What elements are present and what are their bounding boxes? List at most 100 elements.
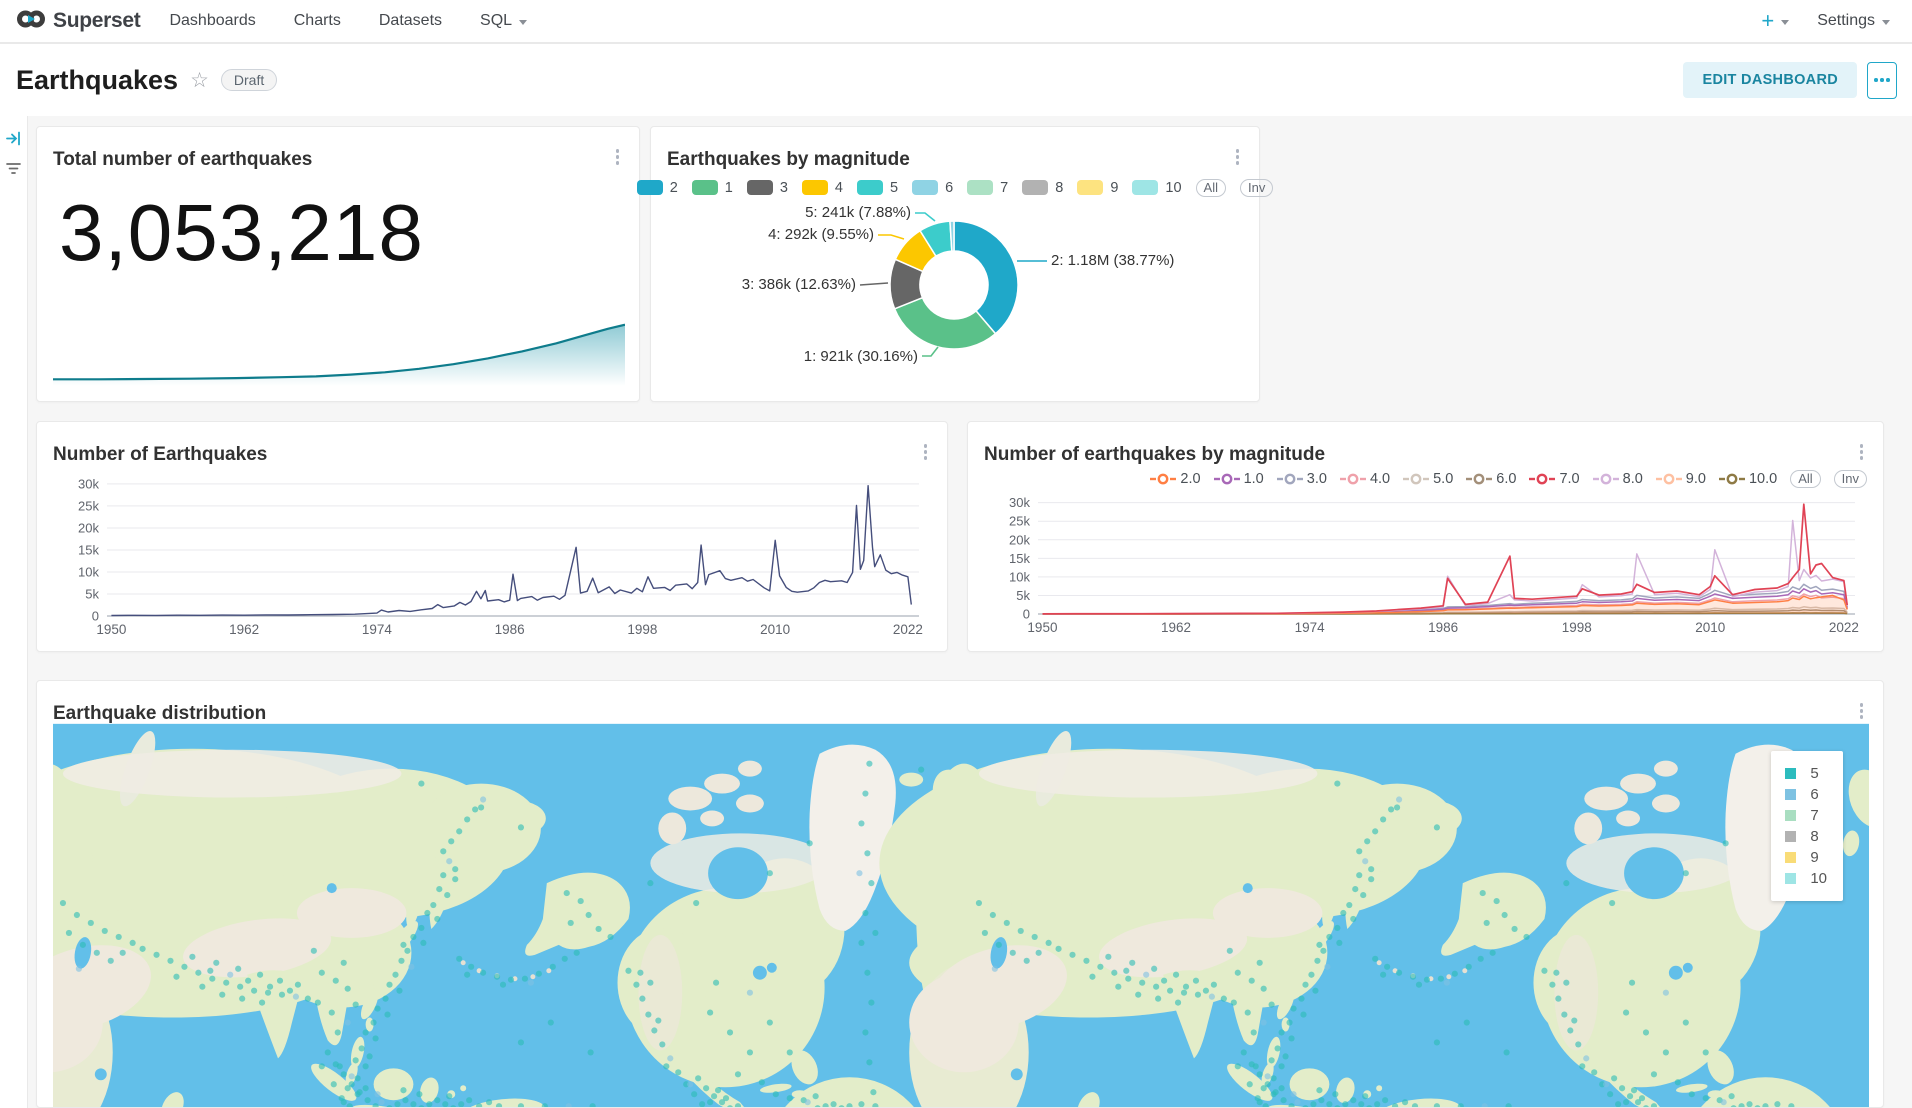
edit-dashboard-button[interactable]: EDIT DASHBOARD [1683,62,1857,98]
legend-invert-button[interactable]: Inv [1240,179,1273,197]
chart-card-number-of-earthquakes: Number of Earthquakes 30k25k20k15k10k5k0… [36,421,948,652]
svg-text:2010: 2010 [1695,620,1725,635]
map-legend-item-7: 7 [1785,805,1827,826]
magnitude-line-legend: 2.0 1.0 3.0 4.0 5.0 6.0 7.0 8.0 9.0 10.0 All Inv [984,470,1867,488]
svg-text:1950: 1950 [1027,620,1057,635]
legend-item-magnitude-2.0[interactable]: 2.0 [1150,471,1200,487]
legend-item-magnitude-5.0[interactable]: 5.0 [1403,471,1453,487]
legend-item-magnitude-6[interactable]: 6 [912,180,953,196]
svg-text:20k: 20k [1009,532,1030,547]
nav-item-datasets[interactable]: Datasets [360,0,461,42]
svg-text:25k: 25k [1009,513,1030,528]
chart-menu-kebab-icon[interactable] [1856,436,1868,468]
legend-item-magnitude-8[interactable]: 8 [1022,180,1063,196]
svg-text:5k: 5k [85,586,99,601]
legend-item-magnitude-3[interactable]: 3 [747,180,788,196]
svg-text:1998: 1998 [627,622,657,637]
map-legend-item-9: 9 [1785,847,1827,868]
dashboard-header: Earthquakes ☆ Draft EDIT DASHBOARD [0,44,1912,116]
top-navbar: Superset Dashboards Charts Datasets SQL … [0,0,1912,44]
svg-text:2: 1.18M (38.77%): 2: 1.18M (38.77%) [1051,252,1174,269]
legend-item-magnitude-4.0[interactable]: 4.0 [1340,471,1390,487]
chart-card-total-earthquakes: Total number of earthquakes 3,053,218 [36,126,640,402]
legend-item-magnitude-6.0[interactable]: 6.0 [1466,471,1516,487]
svg-text:1950: 1950 [96,622,126,637]
chart-menu-kebab-icon[interactable] [1232,141,1244,173]
legend-item-magnitude-10[interactable]: 10 [1132,180,1181,196]
legend-swatch [802,180,828,195]
legend-item-magnitude-7[interactable]: 7 [967,180,1008,196]
line-chart-by-magnitude[interactable]: 30k25k20k15k10k5k01950196219741986199820… [984,488,1867,643]
line-series-marker-icon [1593,473,1619,485]
chart-menu-kebab-icon[interactable] [1856,695,1868,727]
legend-all-button[interactable]: All [1196,179,1226,197]
legend-item-magnitude-1.0[interactable]: 1.0 [1214,471,1264,487]
line-chart-total[interactable]: 30k25k20k15k10k5k01950196219741986199820… [53,468,931,645]
superset-dashboard-page: Superset Dashboards Charts Datasets SQL … [0,0,1912,1108]
svg-text:5: 241k (7.88%): 5: 241k (7.88%) [805,204,911,221]
svg-text:5k: 5k [1016,587,1030,602]
legend-swatch [1077,180,1103,195]
legend-item-magnitude-9[interactable]: 9 [1077,180,1118,196]
legend-invert-button[interactable]: Inv [1834,470,1867,488]
chart-title: Total number of earthquakes [53,149,312,171]
favorite-star-icon[interactable]: ☆ [190,68,209,93]
chart-title: Number of Earthquakes [53,444,267,466]
legend-item-magnitude-7.0[interactable]: 7.0 [1529,471,1579,487]
line-series-marker-icon [1719,473,1745,485]
legend-item-magnitude-3.0[interactable]: 3.0 [1277,471,1327,487]
legend-item-magnitude-5[interactable]: 5 [857,180,898,196]
chevron-down-icon [1781,20,1789,25]
legend-item-magnitude-2[interactable]: 2 [637,180,678,196]
svg-text:1986: 1986 [495,622,525,637]
settings-menu[interactable]: Settings [1817,12,1890,30]
chart-menu-kebab-icon[interactable] [920,436,932,468]
legend-item-magnitude-4[interactable]: 4 [802,180,843,196]
expand-right-icon [5,130,22,147]
legend-swatch [967,180,993,195]
legend-swatch [637,180,663,195]
chart-title: Number of earthquakes by magnitude [984,444,1325,466]
svg-text:2010: 2010 [760,622,790,637]
svg-text:10k: 10k [1009,569,1030,584]
nav-item-dashboards[interactable]: Dashboards [150,0,274,42]
line-series-marker-icon [1214,473,1240,485]
chart-card-earthquake-distribution: Earthquake distribution [36,680,1884,1108]
svg-text:30k: 30k [78,476,99,491]
svg-text:30k: 30k [1009,495,1030,510]
line-series-marker-icon [1656,473,1682,485]
world-map[interactable]: 5678910 [53,723,1867,1107]
svg-text:4: 292k (9.55%): 4: 292k (9.55%) [768,226,874,243]
svg-text:20k: 20k [78,520,99,535]
line-series-marker-icon [1340,473,1366,485]
legend-all-button[interactable]: All [1790,470,1820,488]
legend-swatch [857,180,883,195]
legend-item-magnitude-9.0[interactable]: 9.0 [1656,471,1706,487]
chart-menu-kebab-icon[interactable] [612,141,624,173]
big-number-value: 3,053,218 [59,187,623,279]
expand-filter-bar-button[interactable] [0,130,27,147]
new-item-button[interactable]: + [1761,8,1789,34]
legend-item-magnitude-10.0[interactable]: 10.0 [1719,471,1777,487]
nav-item-sql[interactable]: SQL [461,0,546,42]
legend-item-magnitude-8.0[interactable]: 8.0 [1593,471,1643,487]
page-title: Earthquakes [16,65,178,96]
filter-icon-button[interactable] [0,161,27,176]
line-series-marker-icon [1403,473,1429,485]
donut-chart[interactable]: 2: 1.18M (38.77%)1: 921k (30.16%)3: 386k… [667,199,1243,380]
more-options-button[interactable] [1867,62,1897,99]
map-legend-item-5: 5 [1785,763,1827,784]
legend-swatch [912,180,938,195]
filter-icon [5,161,22,176]
legend-swatch [1022,180,1048,195]
chart-card-earthquakes-by-magnitude-lines: Number of earthquakes by magnitude 2.0 1.… [967,421,1884,652]
legend-swatch [692,180,718,195]
svg-text:25k: 25k [78,498,99,513]
svg-text:2022: 2022 [1829,620,1859,635]
map-legend-item-8: 8 [1785,826,1827,847]
svg-text:15k: 15k [1009,550,1030,565]
superset-logo[interactable]: Superset [0,6,150,37]
nav-item-charts[interactable]: Charts [275,0,360,42]
legend-item-magnitude-1[interactable]: 1 [692,180,733,196]
svg-text:1962: 1962 [229,622,259,637]
